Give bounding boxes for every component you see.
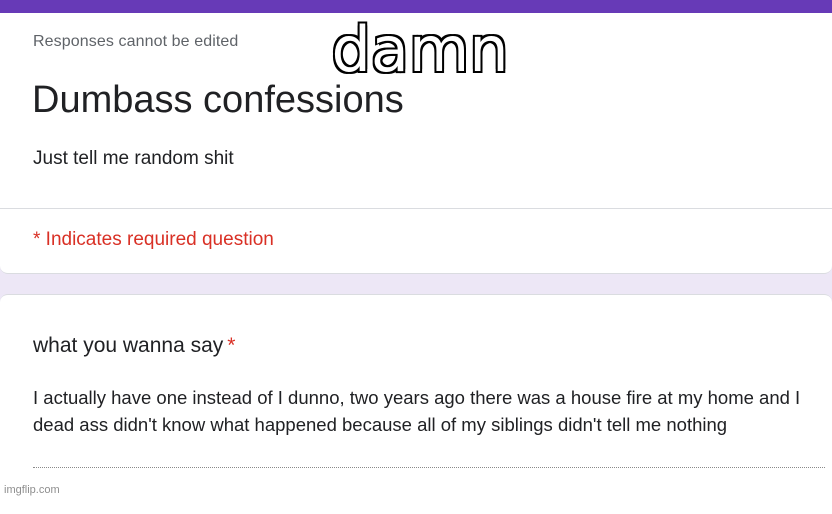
question-title-text: what you wanna say — [33, 334, 224, 357]
watermark: imgflip.com — [4, 484, 60, 496]
answer-underline — [33, 467, 825, 468]
question-title: what you wanna say * — [33, 334, 235, 358]
answer-field[interactable]: I actually have one instead of I dunno, … — [33, 385, 825, 438]
meme-caption: damn — [330, 13, 509, 87]
form-accent-bar — [0, 0, 832, 13]
form-description: Just tell me random shit — [33, 148, 234, 169]
question-card: what you wanna say * I actually have one … — [0, 294, 832, 514]
responses-note: Responses cannot be edited — [33, 33, 239, 50]
header-divider — [0, 208, 832, 209]
required-star: * — [227, 334, 236, 357]
required-note: * Indicates required question — [33, 229, 274, 250]
